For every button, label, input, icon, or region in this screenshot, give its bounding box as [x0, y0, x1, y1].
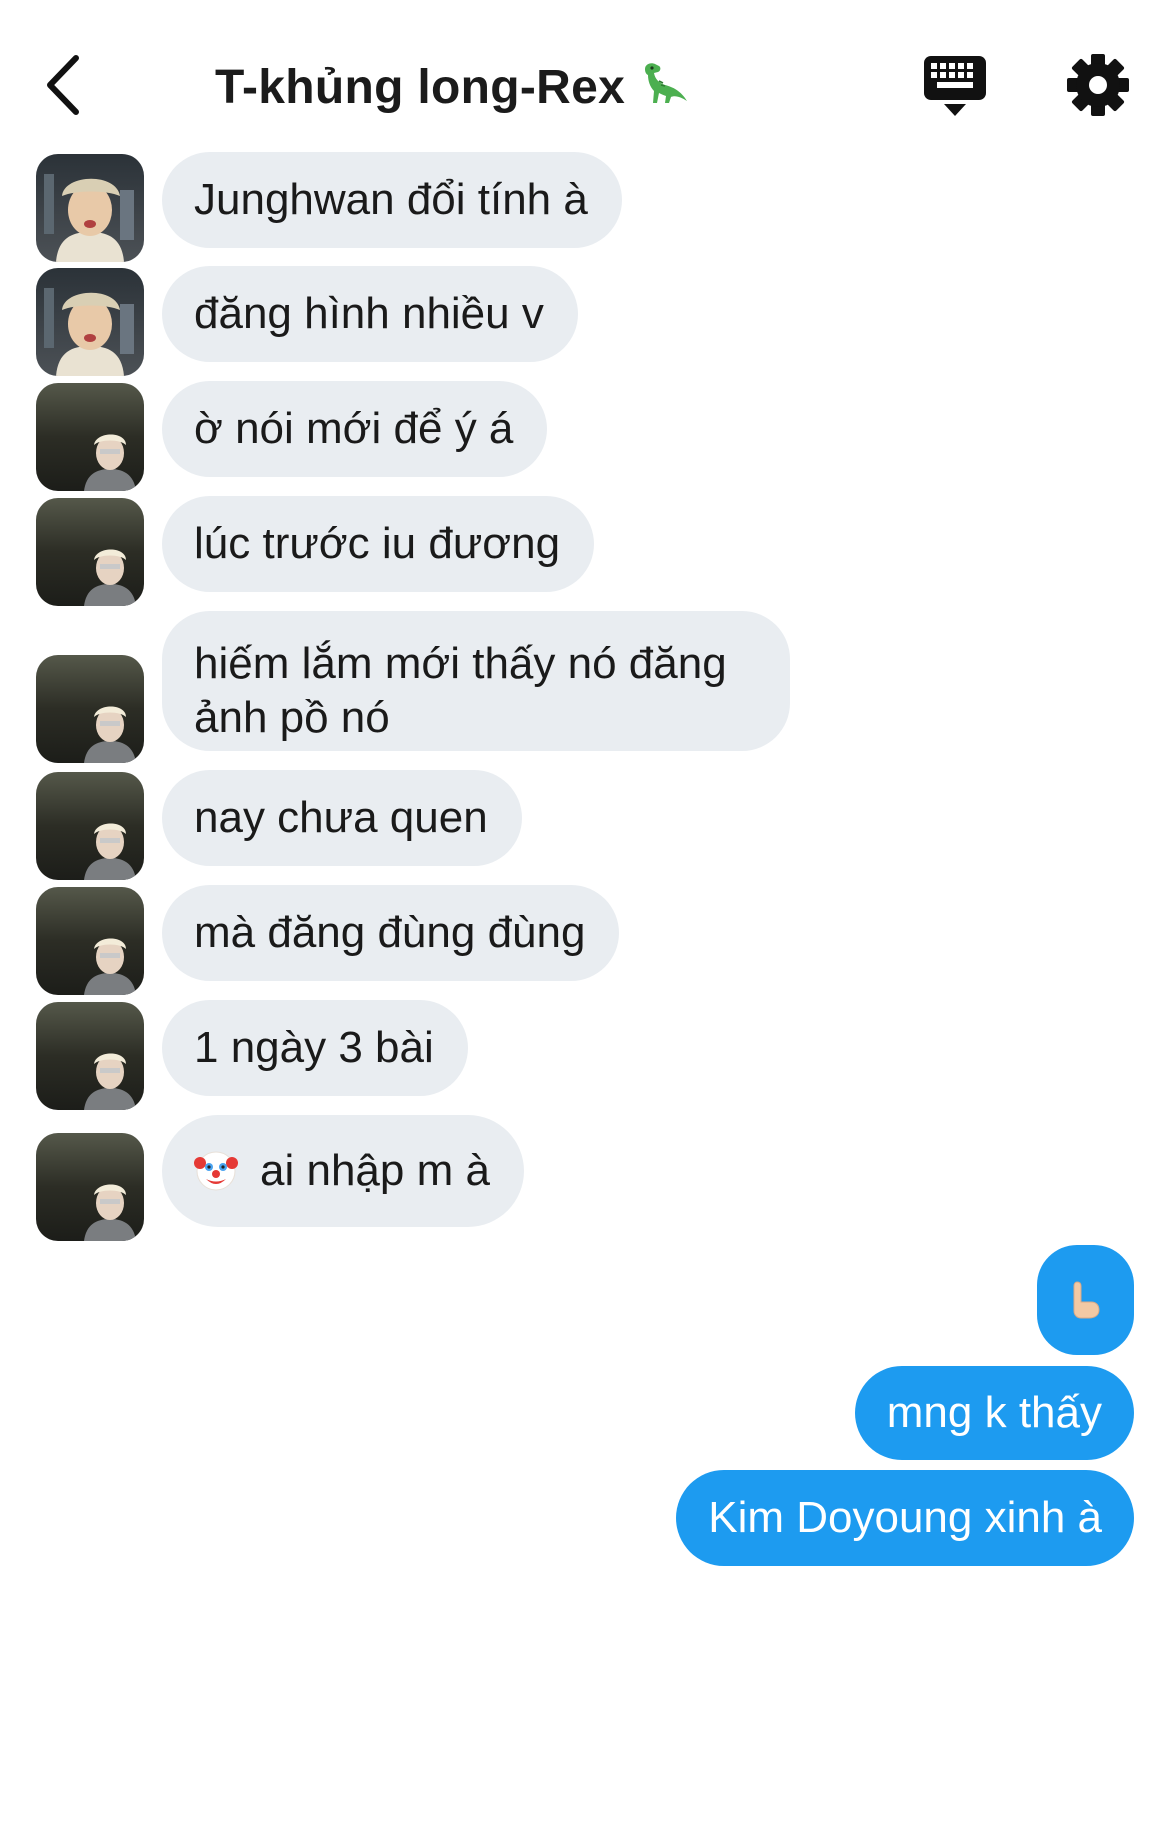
message-text: Kim Doyoung xinh à: [708, 1493, 1102, 1542]
avatar[interactable]: [36, 498, 144, 606]
conversation-title: T-khủng long-Rex: [215, 58, 691, 118]
message-text: hiếm lắm mới thấy nó đăng ảnh pồ nó: [194, 639, 727, 742]
message-text: mng k thấy: [886, 1388, 1102, 1437]
message-bubble[interactable]: mà đăng đùng đùng: [162, 885, 620, 981]
message-bubble[interactable]: hiếm lắm mới thấy nó đăng ảnh pồ nó: [162, 611, 790, 751]
message-bubble[interactable]: Junghwan đổi tính à: [162, 152, 622, 248]
avatar[interactable]: [36, 154, 144, 262]
back-button[interactable]: [40, 50, 100, 120]
message-text: nay chưa quen: [194, 793, 488, 842]
message-bubble[interactable]: đăng hình nhiều v: [162, 266, 578, 362]
message-text: mà đăng đùng đùng: [194, 908, 586, 957]
message-row: Junghwan đổi tính à: [0, 152, 1170, 262]
outgoing-message-bubble[interactable]: mng k thấy: [854, 1366, 1134, 1460]
outgoing-message-bubble[interactable]: [1037, 1245, 1134, 1355]
outgoing-message-bubble[interactable]: Kim Doyoung xinh à: [676, 1470, 1134, 1566]
message-row: hiếm lắm mới thấy nó đăng ảnh pồ nó: [0, 611, 1170, 763]
message-row: ai nhập m à: [0, 1115, 1170, 1241]
message-text: Junghwan đổi tính à: [194, 175, 588, 224]
avatar[interactable]: [36, 772, 144, 880]
message-row: 1 ngày 3 bài: [0, 1000, 1170, 1110]
message-text: đăng hình nhiều v: [194, 289, 544, 338]
gear-icon: [1067, 54, 1129, 116]
keyboard-icon: [924, 56, 986, 116]
avatar[interactable]: [36, 1133, 144, 1241]
message-text: lúc trước iu đương: [194, 519, 561, 568]
message-bubble[interactable]: ai nhập m à: [162, 1115, 524, 1227]
avatar[interactable]: [36, 268, 144, 376]
keyboard-button[interactable]: [920, 52, 990, 122]
message-text: ai nhập m à: [260, 1146, 490, 1195]
message-row: ờ nói mới để ý á: [0, 381, 1170, 491]
message-row: mà đăng đùng đùng: [0, 885, 1170, 995]
message-row: đăng hình nhiều v: [0, 266, 1170, 376]
pointing-hand-icon: [1069, 1280, 1103, 1320]
chevron-left-icon: [47, 55, 79, 115]
settings-button[interactable]: [1063, 50, 1133, 120]
dinosaur-emoji-icon: [639, 60, 691, 120]
avatar[interactable]: [36, 1002, 144, 1110]
clown-face-icon: [194, 1149, 238, 1193]
message-text: ờ nói mới để ý á: [194, 404, 514, 453]
message-bubble[interactable]: 1 ngày 3 bài: [162, 1000, 468, 1096]
chat-header: T-khủng long-Rex: [0, 0, 1170, 170]
avatar[interactable]: [36, 383, 144, 491]
message-bubble[interactable]: ờ nói mới để ý á: [162, 381, 548, 477]
conversation-title-text: T-khủng long-Rex: [215, 61, 626, 114]
message-row: nay chưa quen: [0, 770, 1170, 880]
avatar[interactable]: [36, 887, 144, 995]
avatar[interactable]: [36, 655, 144, 763]
message-bubble[interactable]: nay chưa quen: [162, 770, 522, 866]
message-row: lúc trước iu đương: [0, 496, 1170, 606]
message-text: 1 ngày 3 bài: [194, 1023, 434, 1072]
message-bubble[interactable]: lúc trước iu đương: [162, 496, 595, 592]
